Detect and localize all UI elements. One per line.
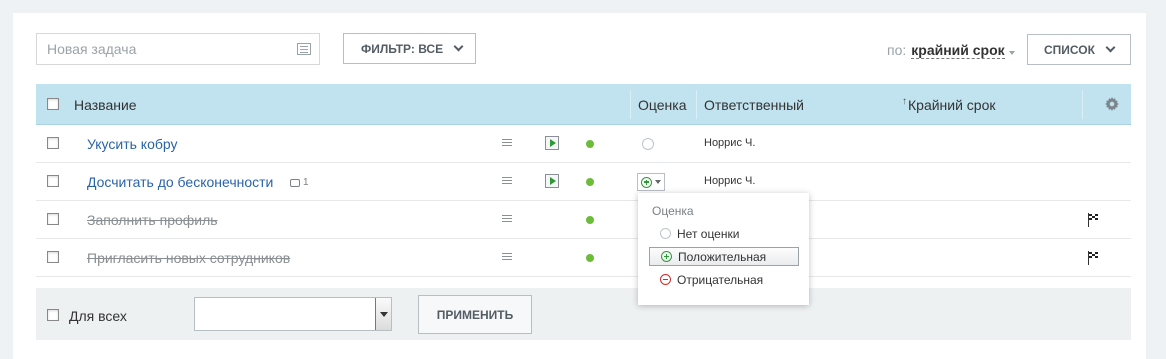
plus-circle-icon	[641, 176, 652, 188]
view-mode-label: СПИСОК	[1044, 42, 1095, 57]
task-title-link[interactable]: Заполнить профиль	[87, 212, 218, 228]
chevron-down-icon	[1105, 42, 1116, 53]
new-task-field[interactable]	[36, 33, 320, 65]
menu-lines-icon[interactable]	[502, 253, 512, 260]
play-icon[interactable]	[545, 174, 559, 188]
row-checkbox[interactable]	[47, 175, 59, 187]
sort-dropdown-icon[interactable]	[1008, 51, 1015, 55]
group-action-select[interactable]	[194, 297, 392, 331]
status-dot-icon	[586, 254, 594, 262]
mark-option-label: Отрицательная	[677, 272, 764, 287]
table-row[interactable]: Заполнить профиль	[36, 201, 1131, 239]
task-title-link[interactable]: Досчитать до бесконечности	[87, 174, 273, 190]
table-row[interactable]: Досчитать до бесконечности 1 Норрис Ч.	[36, 163, 1131, 201]
status-dot-icon	[586, 178, 594, 186]
mark-popup: Оценка Нет оценки Положительная Отрицате…	[638, 193, 809, 305]
minus-circle-icon	[660, 274, 671, 285]
finish-flag-icon	[1088, 251, 1098, 265]
view-mode-button[interactable]: СПИСОК	[1027, 34, 1131, 65]
sort-prefix: по:	[887, 42, 907, 58]
for-all-label[interactable]: Для всех	[69, 308, 127, 324]
task-title-link[interactable]: Укусить кобру	[87, 136, 178, 152]
finish-flag-icon	[1088, 213, 1098, 227]
menu-lines-icon[interactable]	[502, 177, 512, 184]
menu-lines-icon[interactable]	[502, 215, 512, 222]
sort-selector: по: крайний срок	[887, 42, 1015, 59]
mark-option-label: Нет оценки	[677, 226, 740, 241]
responsible-name[interactable]: Норрис Ч.	[704, 175, 755, 187]
filter-button-label: ФИЛЬТР: ВСЕ	[361, 41, 444, 56]
comment-count[interactable]: 1	[290, 177, 309, 188]
task-title-link[interactable]: Пригласить новых сотрудников	[87, 250, 290, 266]
plus-circle-icon	[661, 251, 672, 262]
responsible-name[interactable]: Норрис Ч.	[704, 137, 755, 149]
mark-option-label: Положительная	[678, 249, 767, 264]
tasks-panel: ФИЛЬТР: ВСЕ по: крайний срок СПИСОК Назв…	[13, 13, 1146, 359]
table-row[interactable]: Укусить кобру Норрис Ч.	[36, 125, 1131, 163]
comment-icon	[290, 178, 300, 187]
for-all-checkbox[interactable]	[47, 309, 59, 321]
column-name[interactable]: Название	[74, 97, 137, 113]
select-all-checkbox[interactable]	[47, 98, 59, 110]
column-divider	[696, 90, 697, 119]
empty-circle-icon	[660, 228, 671, 239]
mark-dropdown-button[interactable]	[637, 173, 665, 191]
mark-option-negative[interactable]: Отрицательная	[649, 270, 799, 289]
dropdown-arrow-icon	[655, 180, 661, 184]
comment-count-value: 1	[303, 177, 309, 188]
column-deadline[interactable]: Крайний срок	[908, 97, 996, 113]
status-dot-icon	[586, 216, 594, 224]
column-responsible[interactable]: Ответственный	[704, 97, 804, 113]
mark-empty-icon[interactable]	[642, 138, 654, 150]
row-checkbox[interactable]	[47, 213, 59, 225]
menu-lines-icon[interactable]	[502, 139, 512, 146]
mark-popup-title: Оценка	[652, 204, 694, 218]
chevron-down-icon	[453, 41, 464, 52]
table-header: Название Оценка Ответственный ↑ Крайний …	[36, 84, 1131, 125]
column-divider	[1082, 90, 1083, 119]
new-task-input[interactable]	[37, 34, 277, 64]
mark-option-positive[interactable]: Положительная	[649, 247, 799, 266]
table-row[interactable]: Пригласить новых сотрудников	[36, 239, 1131, 277]
settings-gear-icon[interactable]	[1105, 97, 1119, 111]
sort-value-link[interactable]: крайний срок	[911, 42, 1005, 59]
filter-button[interactable]: ФИЛЬТР: ВСЕ	[343, 33, 476, 64]
apply-button[interactable]: ПРИМЕНИТЬ	[418, 295, 532, 334]
play-icon[interactable]	[545, 136, 559, 150]
sort-arrow-icon: ↑	[902, 96, 907, 107]
row-checkbox[interactable]	[47, 251, 59, 263]
group-actions-bar: Для всех ПРИМЕНИТЬ	[36, 288, 1131, 340]
mark-option-none[interactable]: Нет оценки	[649, 224, 799, 243]
row-checkbox[interactable]	[47, 137, 59, 149]
note-icon[interactable]	[297, 43, 311, 55]
select-arrow-icon[interactable]	[375, 298, 391, 330]
column-divider	[630, 90, 631, 119]
status-dot-icon	[586, 140, 594, 148]
column-mark[interactable]: Оценка	[638, 97, 687, 113]
